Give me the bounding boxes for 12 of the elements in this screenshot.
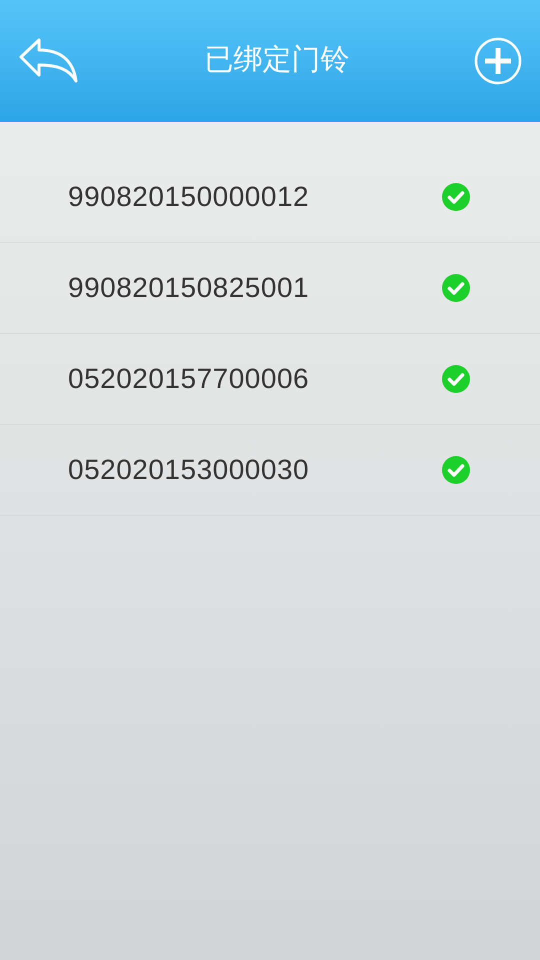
back-arrow-icon [19, 37, 79, 85]
doorbell-row[interactable]: 052020157700006 [0, 334, 540, 425]
plus-icon [474, 37, 522, 85]
doorbell-row[interactable]: 052020153000030 [0, 425, 540, 516]
window-title: 已绑定门铃 [204, 43, 350, 78]
doorbell-id: 990820150825001 [68, 271, 310, 305]
doorbell-row[interactable]: 990820150000012 [0, 152, 540, 243]
doorbell-row[interactable]: 990820150825001 [0, 243, 540, 334]
doorbell-id: 990820150000012 [68, 180, 310, 214]
doorbell-id: 052020157700006 [68, 362, 310, 396]
doorbell-id: 052020153000030 [68, 453, 310, 487]
add-button[interactable] [474, 37, 522, 85]
